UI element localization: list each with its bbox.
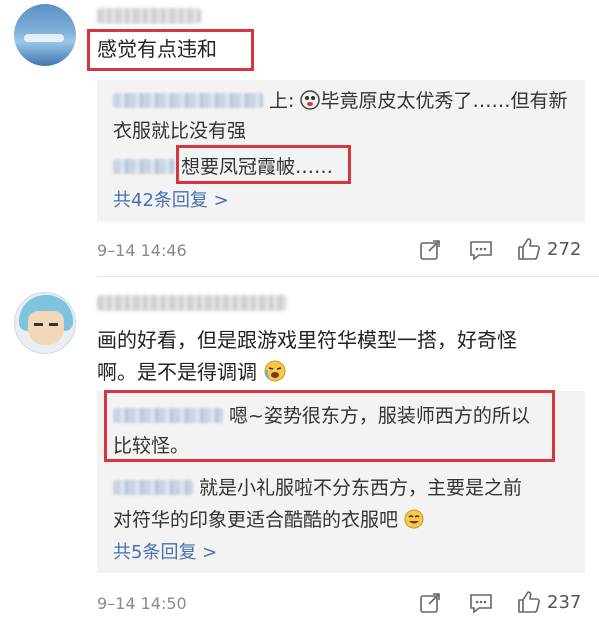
avatar[interactable] xyxy=(14,4,76,66)
like-count: 237 xyxy=(547,591,582,613)
timestamp: 9–14 14:50 xyxy=(97,594,187,613)
comment-icon xyxy=(469,239,493,261)
reply-item[interactable]: 就是小礼服啦不分东西方，主要是之前 xyxy=(113,473,522,503)
reply-text-cont-content: 对符华的印象更适合酷酷的衣服吧 xyxy=(113,509,399,531)
reply-item[interactable]: 上: 毕竟原皮太优秀了……但有新 xyxy=(113,86,567,116)
like-icon xyxy=(517,590,541,614)
avatar[interactable] xyxy=(14,292,76,354)
emoji-icon xyxy=(263,359,287,383)
reply-text: 就是小礼服啦不分东西方，主要是之前 xyxy=(199,477,523,499)
username[interactable] xyxy=(97,8,201,24)
timestamp: 9–14 14:46 xyxy=(97,241,187,260)
reply-text: 毕竟原皮太优秀了……但有新 xyxy=(320,90,568,112)
emoji-icon xyxy=(300,90,321,110)
username[interactable] xyxy=(97,295,287,311)
highlight-box xyxy=(87,29,254,71)
comment-text-line2-content: 啊。是不是得调调 xyxy=(97,360,257,384)
more-replies-link[interactable]: 共5条回复 > xyxy=(113,540,217,566)
comment-2: 画的好看，但是跟游戏里符华模型一搭，好奇怪 啊。是不是得调调 嗯~姿势很东方，服… xyxy=(0,277,599,623)
like-button[interactable]: 237 xyxy=(517,590,581,614)
like-count: 272 xyxy=(547,238,582,260)
highlight-box xyxy=(176,145,351,184)
comment-1: 感觉有点违和 上: 毕竟原皮太优秀了……但有新 衣服就比没有强 想要凤冠霞帔……… xyxy=(0,0,599,276)
comment-icon xyxy=(469,592,493,614)
more-replies-link[interactable]: 共42条回复 > xyxy=(113,188,229,214)
share-button[interactable] xyxy=(419,592,441,614)
comment-button[interactable] xyxy=(469,592,493,614)
emoji-icon xyxy=(404,509,424,529)
comment-button[interactable] xyxy=(469,239,493,261)
reply-text-cont: 衣服就比没有强 xyxy=(113,120,247,142)
share-button[interactable] xyxy=(419,239,441,261)
reply-text-cont: 对符华的印象更适合酷酷的衣服吧 xyxy=(113,505,424,535)
like-icon xyxy=(517,237,541,261)
share-icon xyxy=(419,592,441,614)
share-icon xyxy=(419,239,441,261)
like-button[interactable]: 272 xyxy=(517,237,581,261)
highlight-box xyxy=(104,390,555,462)
comment-text-line1: 画的好看，但是跟游戏里符华模型一搭，好奇怪 xyxy=(97,328,517,352)
reply-prefix: 上: xyxy=(269,90,295,112)
comment-text-line2: 啊。是不是得调调 xyxy=(97,357,287,387)
